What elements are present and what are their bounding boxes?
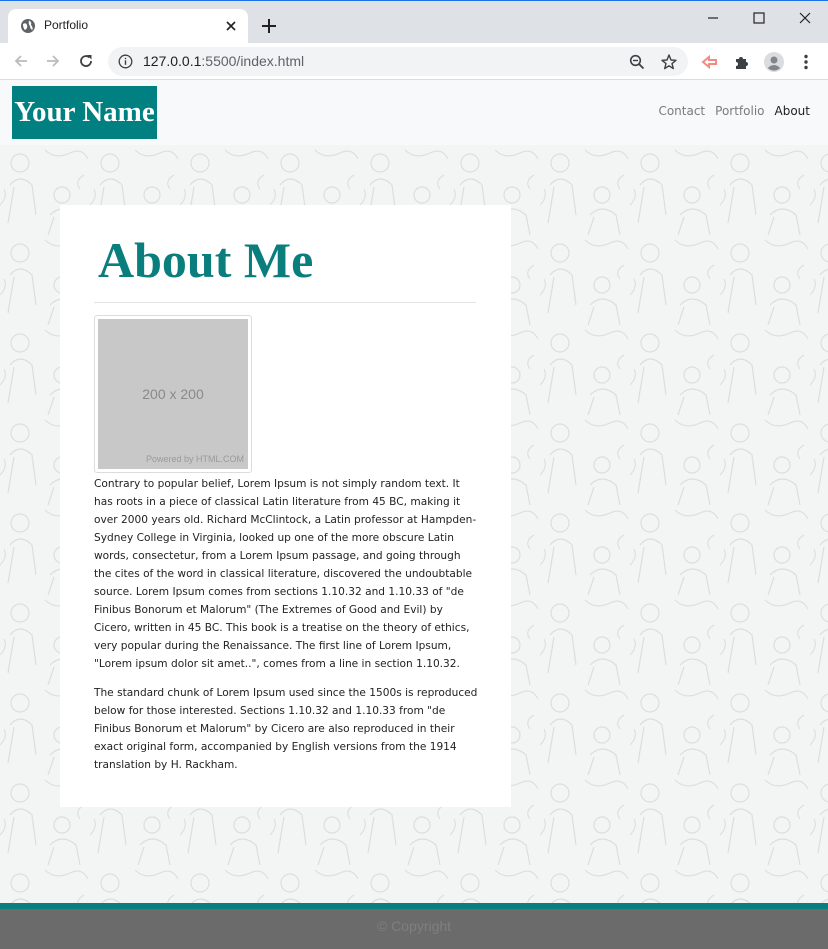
extension-icon[interactable] xyxy=(700,52,720,72)
profile-icon[interactable] xyxy=(764,52,784,72)
divider xyxy=(94,302,476,303)
forward-arrow-icon[interactable] xyxy=(44,52,62,70)
placeholder-credit: Powered by HTML.COM xyxy=(145,454,244,464)
image-placeholder: 200 x 200 Powered by HTML.COM xyxy=(98,319,248,469)
info-icon[interactable] xyxy=(118,54,133,69)
star-icon[interactable] xyxy=(660,53,678,71)
nav-link-contact[interactable]: Contact xyxy=(658,104,705,118)
minimize-icon[interactable] xyxy=(704,9,722,27)
zoom-icon[interactable] xyxy=(628,53,646,71)
plus-icon[interactable] xyxy=(260,17,278,35)
nav-link-portfolio[interactable]: Portfolio xyxy=(715,104,764,118)
maximize-icon[interactable] xyxy=(750,9,768,27)
globe-icon xyxy=(21,19,35,33)
back-arrow-icon[interactable] xyxy=(12,52,30,70)
close-icon[interactable] xyxy=(224,19,238,33)
reload-icon[interactable] xyxy=(77,52,95,70)
browser-tab[interactable]: Portfolio xyxy=(8,9,248,44)
profile-image: 200 x 200 Powered by HTML.COM xyxy=(94,315,252,473)
nav-link-about[interactable]: About xyxy=(775,104,810,118)
tab-title: Portfolio xyxy=(44,18,89,32)
close-icon[interactable] xyxy=(796,9,814,27)
site-navbar: Your Name Contact Portfolio About xyxy=(0,80,828,145)
nav-links: Contact Portfolio About xyxy=(658,104,810,118)
url-text: 127.0.0.1:5500/index.html xyxy=(143,53,304,69)
address-bar[interactable]: 127.0.0.1:5500/index.html xyxy=(108,47,688,76)
browser-toolbar: 127.0.0.1:5500/index.html xyxy=(0,43,828,80)
puzzle-icon[interactable] xyxy=(732,52,752,72)
about-paragraph-1: Contrary to popular belief, Lorem Ipsum … xyxy=(94,478,477,670)
brand-logo[interactable]: Your Name xyxy=(12,86,157,139)
kebab-menu-icon[interactable] xyxy=(796,52,816,72)
page-title: About Me xyxy=(98,232,314,288)
site-footer: © Copyright xyxy=(0,903,828,949)
placeholder-size-label: 200 x 200 xyxy=(142,386,204,402)
url-path: :5500/index.html xyxy=(201,53,305,69)
about-paragraph-2: The standard chunk of Lorem Ipsum used s… xyxy=(94,687,478,771)
page-viewport: Your Name Contact Portfolio About About … xyxy=(0,80,828,949)
tab-strip: Portfolio xyxy=(0,0,828,44)
about-card: About Me 200 x 200 Powered by HTML.COM C… xyxy=(60,205,511,807)
copyright-text: © Copyright xyxy=(376,918,452,934)
url-host: 127.0.0.1 xyxy=(143,53,202,69)
